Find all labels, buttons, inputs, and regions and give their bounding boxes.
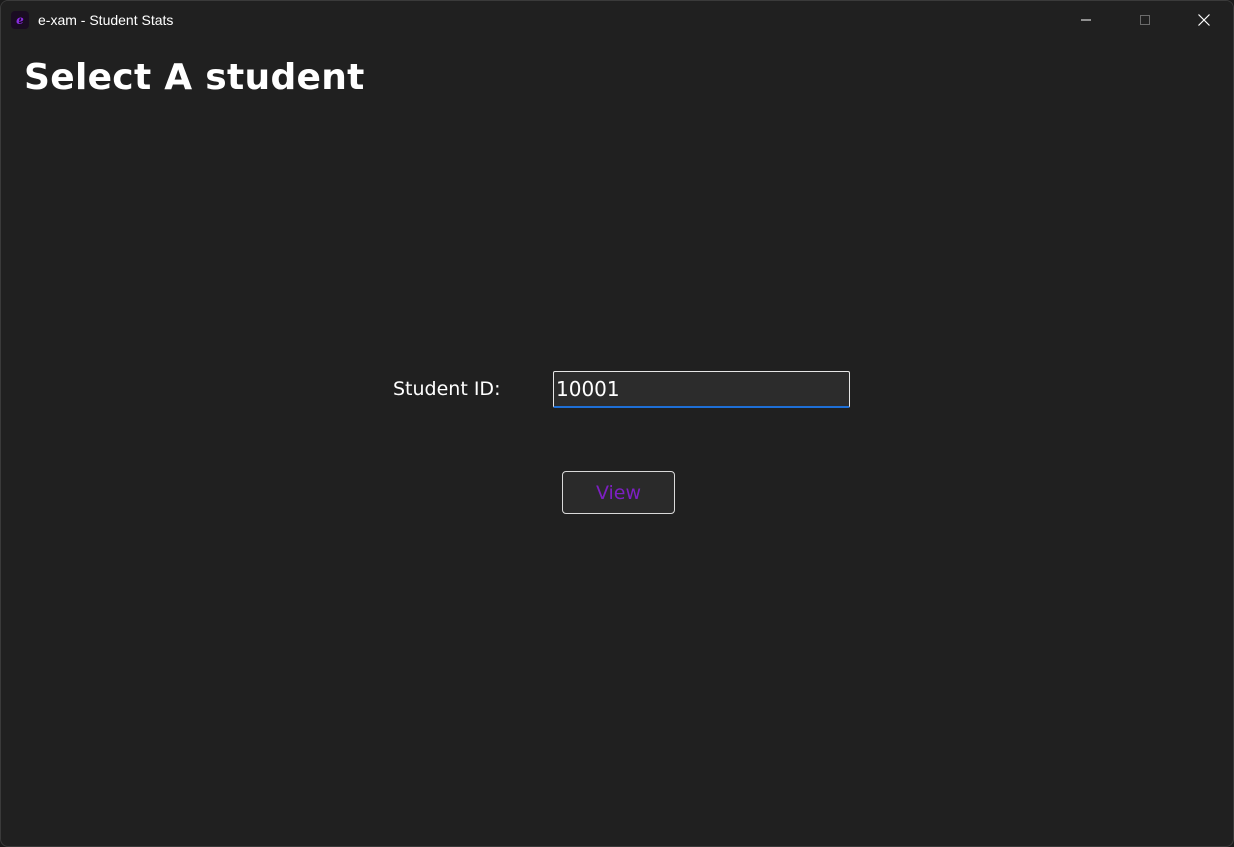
- minimize-button[interactable]: [1057, 1, 1115, 39]
- window-title: e-xam - Student Stats: [38, 12, 174, 28]
- app-logo-icon: e: [11, 11, 29, 29]
- app-logo-glyph: e: [16, 13, 24, 27]
- app-window: e e-xam - Student Stats Select A student…: [0, 0, 1234, 847]
- student-id-input[interactable]: [553, 371, 850, 408]
- close-icon: [1198, 14, 1210, 26]
- maximize-icon: [1140, 15, 1150, 25]
- minimize-icon: [1081, 19, 1091, 21]
- student-id-label: Student ID:: [393, 378, 501, 400]
- view-button[interactable]: View: [562, 471, 675, 514]
- page-title: Select A student: [24, 57, 365, 98]
- close-button[interactable]: [1175, 1, 1233, 39]
- maximize-button[interactable]: [1116, 1, 1174, 39]
- title-bar[interactable]: e e-xam - Student Stats: [1, 1, 1233, 39]
